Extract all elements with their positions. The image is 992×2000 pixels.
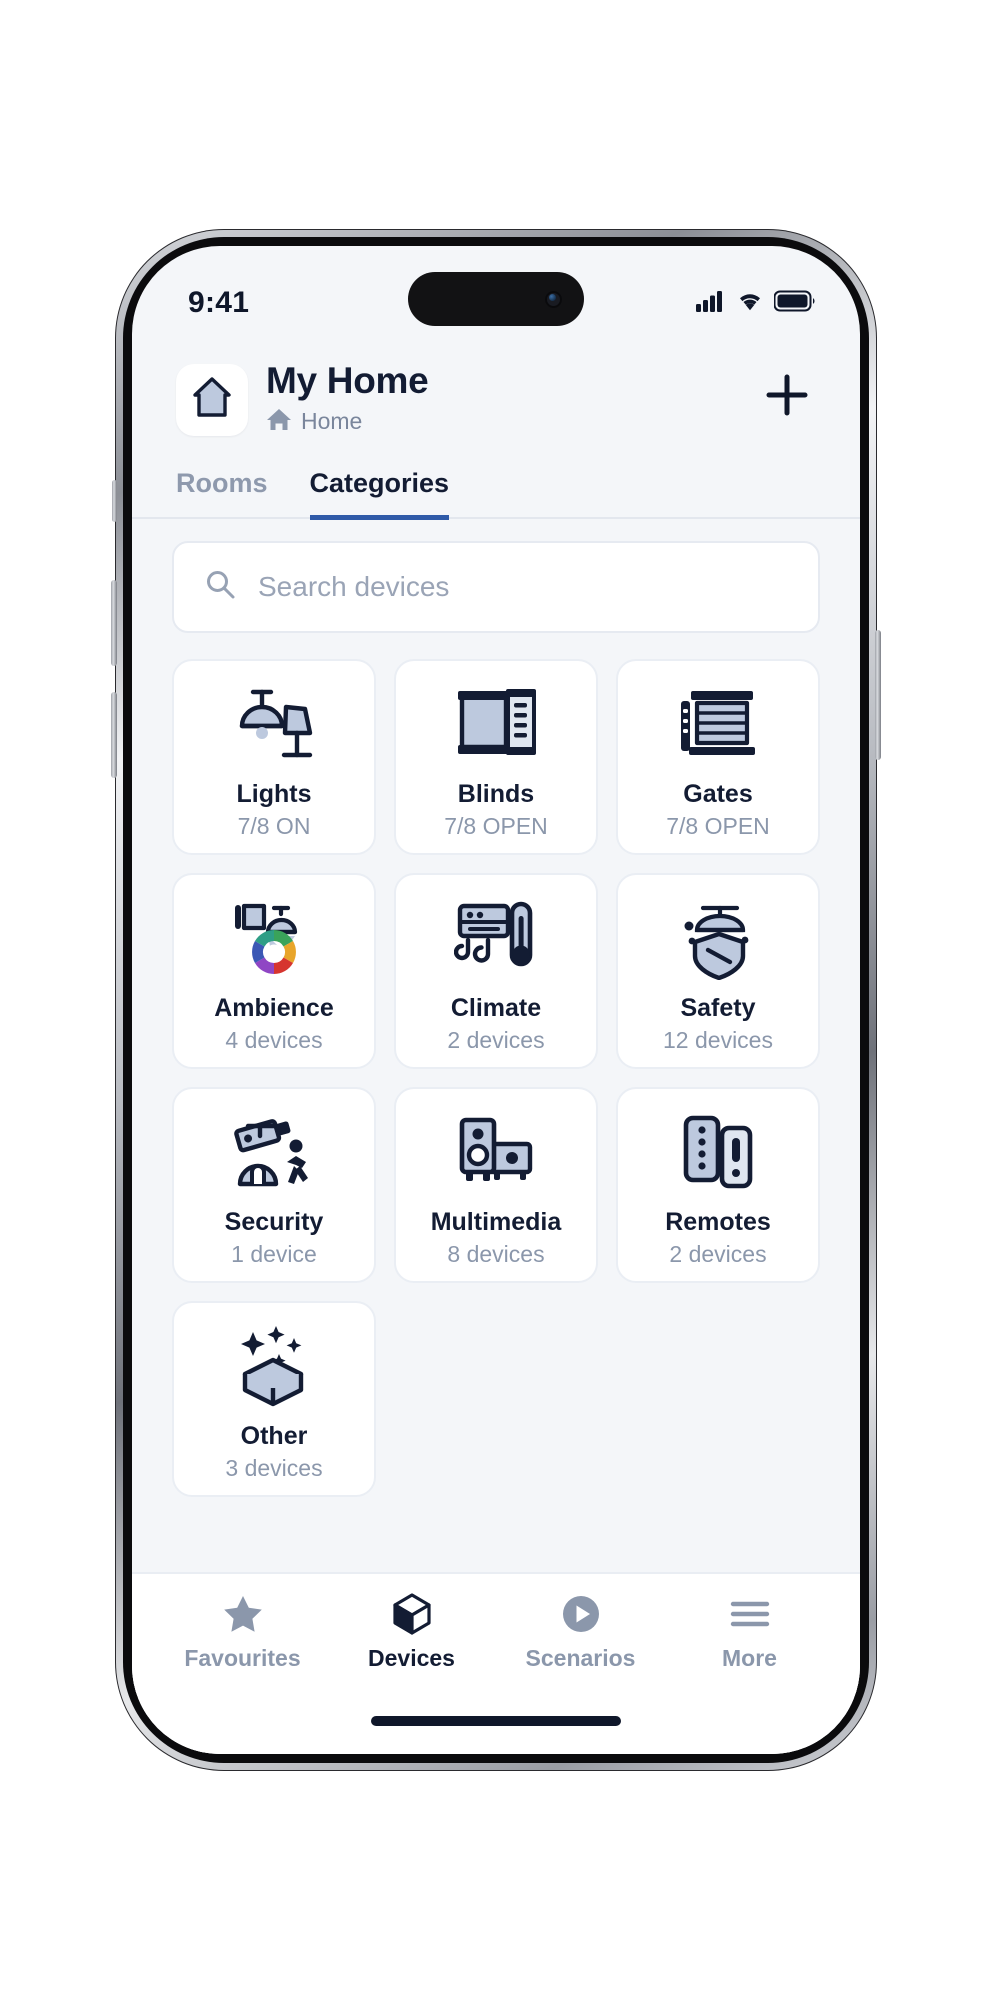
house-filled-icon	[266, 406, 292, 438]
phone-screen: 9:41 My Home Home Rooms Categories Searc…	[132, 246, 860, 1754]
category-label: Climate	[450, 993, 542, 1022]
battery-icon	[773, 290, 816, 317]
blinds-icon	[454, 678, 538, 770]
tab-categories[interactable]: Categories	[309, 468, 450, 520]
nav-item-scenarios[interactable]: Scenarios	[501, 1592, 661, 1672]
category-meta: 1 device	[231, 1240, 317, 1267]
power-button[interactable]	[875, 630, 881, 760]
gate-icon	[675, 678, 761, 770]
category-label: Multimedia	[430, 1207, 562, 1236]
star-icon	[222, 1592, 264, 1636]
category-label: Remotes	[665, 1207, 771, 1236]
cellular-signal-icon	[696, 290, 726, 317]
category-card-multimedia[interactable]: Multimedia 8 devices	[394, 1086, 598, 1283]
category-card-blinds[interactable]: Blinds 7/8 OPEN	[394, 658, 598, 855]
home-text-block: My Home Home	[266, 360, 429, 438]
cctv-icon	[230, 1106, 318, 1198]
category-card-remotes[interactable]: Remotes 2 devices	[616, 1086, 820, 1283]
status-time: 9:41	[188, 286, 250, 319]
home-selector[interactable]: My Home Home	[176, 360, 429, 438]
cube-icon	[391, 1592, 433, 1636]
category-card-security[interactable]: Security 1 device	[172, 1086, 376, 1283]
category-card-safety[interactable]: Safety 12 devices	[616, 872, 820, 1069]
front-camera-icon	[545, 290, 562, 308]
nav-label: Favourites	[184, 1645, 301, 1671]
house-outline-icon	[192, 376, 232, 423]
speaker-icon	[454, 1106, 538, 1198]
category-meta: 4 devices	[225, 1026, 323, 1053]
search-input[interactable]: Search devices	[258, 571, 449, 603]
category-card-ambience[interactable]: Ambience 4 devices	[172, 872, 376, 1069]
category-meta: 3 devices	[225, 1454, 323, 1481]
hamburger-icon	[729, 1592, 771, 1636]
category-grid: Lights 7/8 ON Blinds 7/8 OPEN Gates 7/8 …	[172, 658, 820, 1497]
category-card-gates[interactable]: Gates 7/8 OPEN	[616, 658, 820, 855]
category-meta: 2 devices	[669, 1240, 767, 1267]
nav-label: Scenarios	[525, 1645, 636, 1671]
category-card-climate[interactable]: Climate 2 devices	[394, 872, 598, 1069]
play-circle-icon	[560, 1592, 602, 1636]
app-root: My Home Home Rooms Categories Search dev…	[132, 338, 860, 1754]
lamp-icon	[231, 678, 317, 770]
remote-control-icon	[678, 1106, 758, 1198]
category-meta: 8 devices	[447, 1240, 545, 1267]
color-wheel-icon	[230, 892, 318, 984]
shield-icon	[675, 892, 761, 984]
category-meta: 2 devices	[447, 1026, 545, 1053]
content-area: Search devices Lights 7/8 ON Blinds 7/8 …	[132, 519, 860, 1572]
silent-switch[interactable]	[112, 480, 117, 522]
home-subtitle: Home	[301, 408, 363, 435]
search-bar[interactable]: Search devices	[172, 540, 820, 633]
nav-item-more[interactable]: More	[670, 1592, 830, 1672]
volume-down-button[interactable]	[111, 692, 117, 778]
search-icon	[204, 568, 236, 605]
sparkle-box-icon	[231, 1320, 317, 1412]
home-subtitle-row: Home	[266, 406, 428, 438]
tab-rooms[interactable]: Rooms	[176, 468, 268, 520]
category-label: Gates	[683, 779, 753, 808]
status-indicators	[696, 290, 816, 317]
home-indicator-bar	[132, 1712, 860, 1754]
add-device-button[interactable]	[758, 368, 816, 426]
thermostat-icon	[454, 892, 538, 984]
nav-item-favourites[interactable]: Favourites	[163, 1592, 323, 1672]
nav-label: More	[722, 1645, 777, 1671]
category-meta: 12 devices	[663, 1026, 773, 1053]
nav-item-devices[interactable]: Devices	[332, 1592, 492, 1672]
category-meta: 7/8 ON	[237, 812, 311, 839]
status-bar: 9:41	[132, 246, 860, 338]
category-label: Blinds	[457, 779, 535, 808]
page-title: My Home	[266, 360, 429, 401]
wifi-icon	[736, 290, 764, 317]
phone-device: 9:41 My Home Home Rooms Categories Searc…	[111, 230, 881, 1770]
screenshot-stage: 9:41 My Home Home Rooms Categories Searc…	[0, 0, 992, 2000]
nav-label: Devices	[368, 1645, 455, 1671]
app-header: My Home Home	[132, 338, 860, 450]
category-meta: 7/8 OPEN	[444, 812, 548, 839]
category-card-lights[interactable]: Lights 7/8 ON	[172, 658, 376, 855]
plus-icon	[764, 372, 810, 423]
home-avatar[interactable]	[176, 363, 248, 436]
home-indicator[interactable]	[371, 1716, 621, 1726]
category-meta: 7/8 OPEN	[666, 812, 770, 839]
category-label: Ambience	[214, 993, 334, 1022]
dynamic-island	[408, 272, 584, 326]
volume-up-button[interactable]	[111, 580, 117, 666]
category-card-other[interactable]: Other 3 devices	[172, 1300, 376, 1497]
category-label: Safety	[680, 993, 756, 1022]
category-label: Other	[240, 1421, 308, 1450]
category-label: Security	[224, 1207, 324, 1236]
category-label: Lights	[236, 779, 312, 808]
view-tabs: Rooms Categories	[132, 450, 860, 520]
bottom-tab-bar: Favourites Devices Scenarios More	[132, 1572, 860, 1712]
